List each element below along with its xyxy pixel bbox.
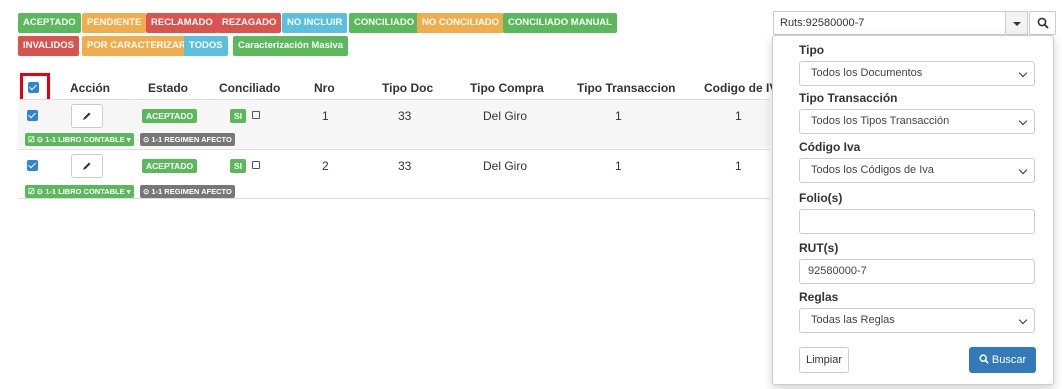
codigo-iva-select[interactable]: Todos los Códigos de Iva bbox=[799, 158, 1035, 183]
ruts-select[interactable]: Ruts:92580000-7 bbox=[773, 11, 1006, 35]
filter-conciliado-manual-button[interactable]: CONCILIADO MANUAL bbox=[503, 13, 617, 33]
header-tipo-doc[interactable]: Tipo Doc bbox=[382, 81, 433, 95]
buscar-button[interactable]: Buscar bbox=[969, 347, 1036, 373]
header-accion: Acción bbox=[70, 81, 111, 95]
folios-label: Folio(s) bbox=[799, 191, 843, 205]
regimen-afecto-tag[interactable]: ⊙ 1-1 REGIMEN AFECTO bbox=[140, 185, 235, 198]
tag-dropdown-icon: ▾ bbox=[124, 187, 131, 196]
tipo-compra-cell: Del Giro bbox=[483, 109, 528, 123]
header-estado: Estado bbox=[148, 81, 189, 95]
reglas-select[interactable]: Todas las Reglas bbox=[799, 308, 1035, 333]
folios-input[interactable] bbox=[799, 209, 1035, 234]
filter-no-conciliado-button[interactable]: NO CONCILIADO bbox=[417, 13, 505, 33]
magnifier-icon bbox=[1037, 17, 1049, 29]
header-conciliado[interactable]: Conciliado bbox=[219, 81, 280, 95]
row-checkbox[interactable] bbox=[27, 160, 38, 171]
tipo-transaccion-label: Tipo Transacción bbox=[799, 91, 898, 105]
tag-label: 1-1 LIBRO CONTABLE bbox=[45, 135, 125, 144]
select-all-checkbox[interactable] bbox=[28, 82, 39, 93]
magnifier-icon bbox=[979, 354, 989, 364]
filter-no-incluir-button[interactable]: NO INCLUIR bbox=[282, 13, 348, 33]
filter-por-caracterizar-button[interactable]: POR CARACTERIZAR bbox=[82, 36, 191, 56]
caracterizacion-masiva-button[interactable]: Caracterización Masiva bbox=[233, 36, 349, 56]
filter-invalidos-button[interactable]: INVALIDOS bbox=[18, 36, 80, 56]
filter-aceptado-button[interactable]: ACEPTADO bbox=[18, 13, 81, 33]
tag-label: 1-1 REGIMEN AFECTO bbox=[151, 187, 232, 196]
filter-conciliado-button[interactable]: CONCILIADO bbox=[349, 13, 420, 33]
codigo-iva-cell: 1 bbox=[735, 159, 742, 173]
nro-cell: 2 bbox=[322, 159, 329, 173]
filter-rezagado-button[interactable]: REZAGADO bbox=[217, 13, 282, 33]
tipo-compra-cell: Del Giro bbox=[483, 159, 528, 173]
tipo-transaccion-cell: 1 bbox=[615, 109, 622, 123]
codigo-iva-label: Código Iva bbox=[799, 140, 861, 154]
tipo-transaccion-cell: 1 bbox=[615, 159, 622, 173]
libro-contable-tag[interactable]: ☑ ⊙ 1-1 LIBRO CONTABLE ▾ bbox=[25, 185, 134, 198]
nro-cell: 1 bbox=[322, 109, 329, 123]
libro-contable-tag[interactable]: ☑ ⊙ 1-1 LIBRO CONTABLE ▾ bbox=[25, 133, 134, 146]
caret-down-icon[interactable] bbox=[1006, 11, 1028, 35]
pencil-icon bbox=[83, 112, 91, 120]
regimen-afecto-tag[interactable]: ⊙ 1-1 REGIMEN AFECTO bbox=[140, 133, 235, 146]
edit-button[interactable] bbox=[71, 104, 103, 128]
tipo-label: Tipo bbox=[799, 43, 825, 57]
chevron-down-icon bbox=[1018, 116, 1028, 126]
status-badge: ACEPTADO bbox=[142, 109, 198, 123]
tipo-transaccion-select[interactable]: Todos los Tipos Transacción bbox=[799, 109, 1035, 134]
header-tipo-compra[interactable]: Tipo Compra bbox=[470, 81, 544, 95]
row-divider bbox=[18, 198, 770, 199]
tag-check-icon: ☑ ⊙ bbox=[28, 187, 46, 196]
status-badge: ACEPTADO bbox=[142, 159, 198, 173]
conciliado-badge: SI bbox=[230, 159, 247, 173]
advanced-search-panel: Tipo Todos los Documentos Tipo Transacci… bbox=[772, 35, 1054, 385]
codigo-iva-select-value: Todos los Códigos de Iva bbox=[811, 164, 934, 176]
tipo-select-value: Todos los Documentos bbox=[811, 67, 923, 79]
pencil-icon bbox=[83, 162, 91, 170]
conciliado-badge: SI bbox=[230, 109, 247, 123]
header-nro[interactable]: Nro bbox=[314, 81, 335, 95]
tag-label: 1-1 LIBRO CONTABLE bbox=[45, 187, 125, 196]
chevron-down-icon bbox=[1018, 315, 1028, 325]
rut-input[interactable]: 92580000-7 bbox=[799, 259, 1035, 284]
tipo-doc-cell: 33 bbox=[398, 109, 412, 123]
filter-todos-button[interactable]: TODOS bbox=[184, 36, 228, 56]
filter-reclamado-button[interactable]: RECLAMADO bbox=[146, 13, 218, 33]
buscar-label: Buscar bbox=[991, 354, 1027, 366]
filter-pendiente-button[interactable]: PENDIENTE bbox=[82, 13, 147, 33]
tipo-doc-cell: 33 bbox=[398, 159, 412, 173]
reglas-label: Reglas bbox=[799, 290, 839, 304]
tipo-select[interactable]: Todos los Documentos bbox=[799, 61, 1035, 86]
conciliado-toggle-icon[interactable] bbox=[252, 111, 260, 119]
reglas-select-value: Todas las Reglas bbox=[811, 314, 895, 326]
header-tipo-transaccion[interactable]: Tipo Transaccion bbox=[577, 81, 675, 95]
chevron-down-icon bbox=[1018, 165, 1028, 175]
rut-label: RUT(s) bbox=[799, 241, 839, 255]
chevron-down-icon bbox=[1018, 68, 1028, 78]
codigo-iva-cell: 1 bbox=[735, 109, 742, 123]
tag-dropdown-icon: ▾ bbox=[124, 135, 131, 144]
edit-button[interactable] bbox=[71, 154, 103, 178]
row-checkbox[interactable] bbox=[27, 110, 38, 121]
tag-label: 1-1 REGIMEN AFECTO bbox=[151, 135, 232, 144]
tipo-transaccion-select-value: Todos los Tipos Transacción bbox=[811, 115, 950, 127]
search-toggle-button[interactable] bbox=[1029, 11, 1056, 35]
tag-check-icon: ☑ ⊙ bbox=[28, 135, 46, 144]
limpiar-button[interactable]: Limpiar bbox=[799, 347, 849, 373]
conciliado-toggle-icon[interactable] bbox=[252, 161, 260, 169]
